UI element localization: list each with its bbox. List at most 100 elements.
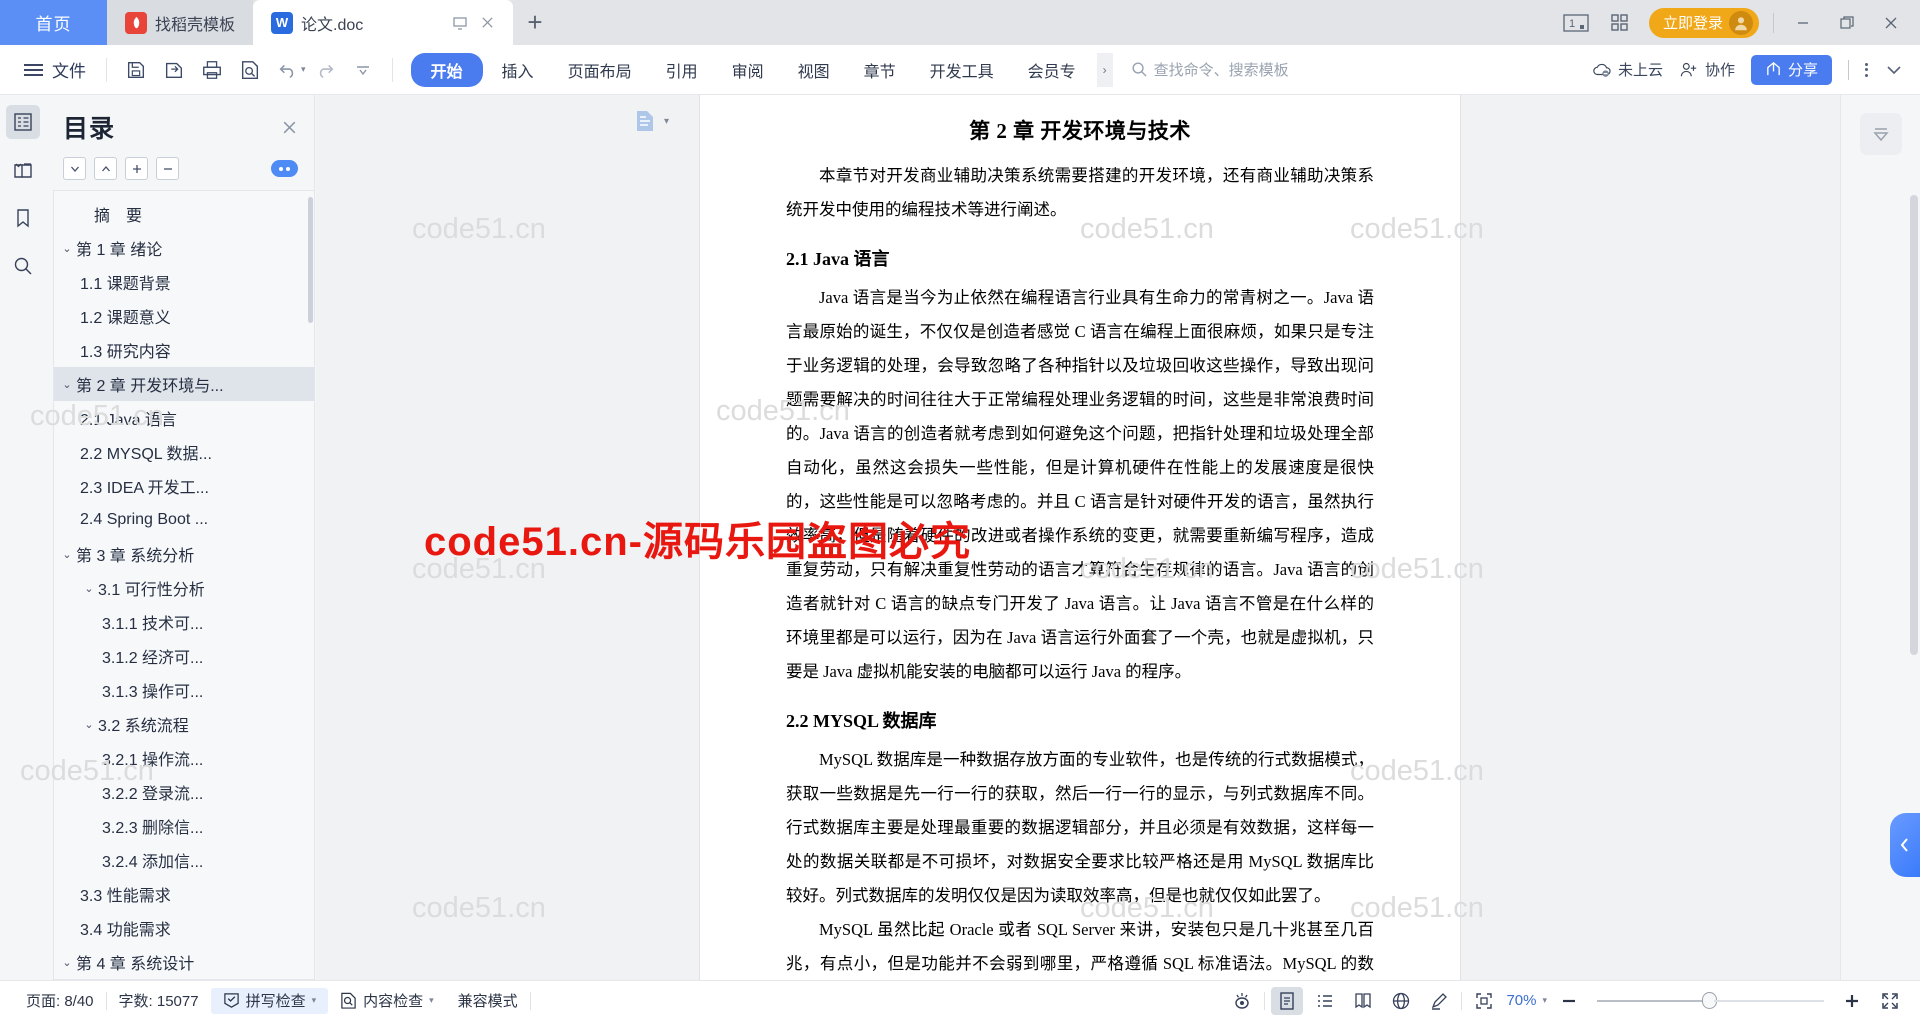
spellcheck-button[interactable]: 拼写检查 ▾ [210, 987, 329, 1014]
tab-close-icon[interactable] [480, 15, 495, 30]
login-button[interactable]: 立即登录 [1648, 7, 1759, 38]
ribbon-tab-start[interactable]: 开始 [410, 52, 483, 87]
bookmark-icon[interactable] [6, 201, 40, 235]
ribbon-tab-page-layout[interactable]: 页面布局 [553, 53, 647, 87]
toc-preview-toggle[interactable] [271, 160, 298, 177]
toc-item-1-2[interactable]: 1.2 课题意义 [54, 299, 314, 333]
toc-item-3-4[interactable]: 3.4 功能需求 [54, 911, 314, 945]
zoom-slider[interactable] [1597, 992, 1824, 1009]
chevron-down-icon[interactable]: ⌄ [58, 956, 76, 969]
toc-item-ch2[interactable]: ⌄ 第 2 章 开发环境与... [54, 367, 314, 401]
chevron-down-icon[interactable]: ⌄ [58, 548, 76, 561]
toc-item-3-3[interactable]: 3.3 性能需求 [54, 877, 314, 911]
ribbon-tab-insert[interactable]: 插入 [487, 53, 549, 87]
ribbon-tab-developer[interactable]: 开发工具 [915, 53, 1009, 87]
chevron-down-icon[interactable]: ▾ [664, 116, 669, 127]
toc-item-3-1-1[interactable]: 3.1.1 技术可... [54, 605, 314, 639]
cloud-status-button[interactable]: 未上云 [1592, 59, 1663, 80]
document-tab-docer[interactable]: 找稻壳模板 [107, 0, 254, 45]
toc-item-ch3[interactable]: ⌄ 第 3 章 系统分析 [54, 537, 314, 571]
print-icon[interactable] [193, 53, 231, 87]
word-count[interactable]: 字数: 15077 [107, 990, 211, 1011]
zoom-in-button[interactable] [1836, 987, 1868, 1015]
chevron-down-icon[interactable]: ▾ [429, 995, 434, 1006]
save-icon[interactable] [117, 53, 155, 87]
ribbon-tab-view[interactable]: 视图 [783, 53, 845, 87]
home-tab[interactable]: 首页 [0, 0, 107, 45]
zoom-level-label[interactable]: 70% [1506, 992, 1536, 1009]
ribbon-tab-sections[interactable]: 章节 [849, 53, 911, 87]
section-marker[interactable]: ▾ [634, 109, 669, 133]
toc-list[interactable]: 摘 要 ⌄ 第 1 章 绪论 1.1 课题背景 1.2 课题意义 1.3 研究内容… [53, 190, 314, 980]
chevron-down-icon[interactable]: ⌄ [58, 378, 76, 391]
more-options-icon[interactable] [1865, 62, 1868, 77]
outline-view-icon[interactable] [1309, 987, 1341, 1015]
document-page[interactable]: ▾ 第 2 章 开发环境与技术 本章节对开发商业辅助决策系统需要搭建的开发环境，… [637, 95, 1460, 980]
toc-item-abstract[interactable]: 摘 要 [54, 197, 314, 231]
fit-page-icon[interactable] [1468, 987, 1500, 1015]
toc-item-ch1[interactable]: ⌄ 第 1 章 绪论 [54, 231, 314, 265]
side-panel-toggle[interactable] [1890, 813, 1920, 877]
chevron-down-icon[interactable]: ⌄ [80, 718, 98, 731]
toc-item-ch4[interactable]: ⌄ 第 4 章 系统设计 [54, 945, 314, 979]
ribbon-tabs-more-icon[interactable]: › [1096, 52, 1113, 87]
page-view-icon[interactable] [1271, 986, 1304, 1015]
outline-icon[interactable] [5, 105, 40, 139]
toc-item-2-1[interactable]: 2.1 Java 语言 [54, 401, 314, 435]
collapse-ribbon-chevron-icon[interactable] [1884, 63, 1904, 77]
collapse-ribbon-icon[interactable] [1859, 113, 1902, 155]
toc-item-3-2-2[interactable]: 3.2.2 登录流... [54, 775, 314, 809]
app-grid-icon[interactable] [1605, 8, 1635, 38]
toc-item-1-3[interactable]: 1.3 研究内容 [54, 333, 314, 367]
ribbon-tab-review[interactable]: 审阅 [717, 53, 779, 87]
close-icon[interactable] [281, 119, 298, 136]
redo-icon[interactable] [306, 53, 344, 87]
page-indicator[interactable]: 页面: 8/40 [14, 990, 106, 1011]
new-tab-button[interactable]: + [513, 0, 557, 45]
toc-scrollbar[interactable] [308, 197, 313, 323]
toc-item-2-2[interactable]: 2.2 MYSQL 数据... [54, 435, 314, 469]
toc-item-3-1-3[interactable]: 3.1.3 操作可... [54, 673, 314, 707]
reading-view-icon[interactable] [1347, 987, 1379, 1015]
chevron-down-icon[interactable]: ▾ [312, 995, 317, 1006]
search-icon[interactable] [6, 249, 40, 283]
content-check-button[interactable]: 内容检查 ▾ [328, 990, 446, 1011]
document-scrollbar[interactable] [1910, 195, 1918, 655]
customize-quick-access-icon[interactable] [344, 53, 382, 87]
save-as-icon[interactable] [155, 53, 193, 87]
thumbnail-icon[interactable] [6, 153, 40, 187]
highlight-pen-icon[interactable] [1423, 987, 1455, 1015]
toc-item-3-2-4[interactable]: 3.2.4 添加信... [54, 843, 314, 877]
toc-item-3-2-3[interactable]: 3.2.3 删除信... [54, 809, 314, 843]
command-search[interactable]: 查找命令、搜索模板 [1131, 59, 1289, 80]
collapse-up-icon[interactable] [94, 157, 117, 180]
zoom-out-button[interactable] [1553, 987, 1585, 1015]
collapse-down-icon[interactable] [63, 157, 86, 180]
collaborate-button[interactable]: 协作 [1679, 59, 1735, 80]
chevron-down-icon[interactable]: ⌄ [80, 582, 98, 595]
ribbon-tab-member[interactable]: 会员专 [1013, 53, 1091, 87]
ribbon-tab-references[interactable]: 引用 [651, 53, 713, 87]
minimize-button[interactable] [1788, 8, 1818, 38]
document-canvas[interactable]: ▾ 第 2 章 开发环境与技术 本章节对开发商业辅助决策系统需要搭建的开发环境，… [316, 95, 1920, 980]
fullscreen-icon[interactable] [1874, 987, 1906, 1015]
print-preview-icon[interactable] [231, 53, 269, 87]
eye-care-icon[interactable] [1226, 987, 1258, 1015]
chevron-down-icon[interactable]: ⌄ [58, 242, 76, 255]
split-view-icon[interactable]: 1 [1561, 8, 1591, 38]
toc-item-3-2[interactable]: ⌄ 3.2 系统流程 [54, 707, 314, 741]
toc-item-1-1[interactable]: 1.1 课题背景 [54, 265, 314, 299]
toc-item-3-1-2[interactable]: 3.1.2 经济可... [54, 639, 314, 673]
document-tab-thesis[interactable]: W 论文.doc [253, 0, 514, 45]
file-menu-button[interactable]: 文件 [10, 57, 96, 82]
toc-item-3-2-1[interactable]: 3.2.1 操作流... [54, 741, 314, 775]
tab-restore-icon[interactable] [452, 15, 468, 31]
expand-plus-icon[interactable] [125, 157, 148, 180]
toc-item-2-3[interactable]: 2.3 IDEA 开发工... [54, 469, 314, 503]
web-view-icon[interactable] [1385, 987, 1417, 1015]
chevron-down-icon[interactable]: ▾ [1542, 995, 1547, 1006]
close-button[interactable] [1876, 8, 1906, 38]
share-button[interactable]: 分享 [1750, 54, 1832, 85]
maximize-button[interactable] [1832, 8, 1862, 38]
collapse-minus-icon[interactable] [156, 157, 179, 180]
